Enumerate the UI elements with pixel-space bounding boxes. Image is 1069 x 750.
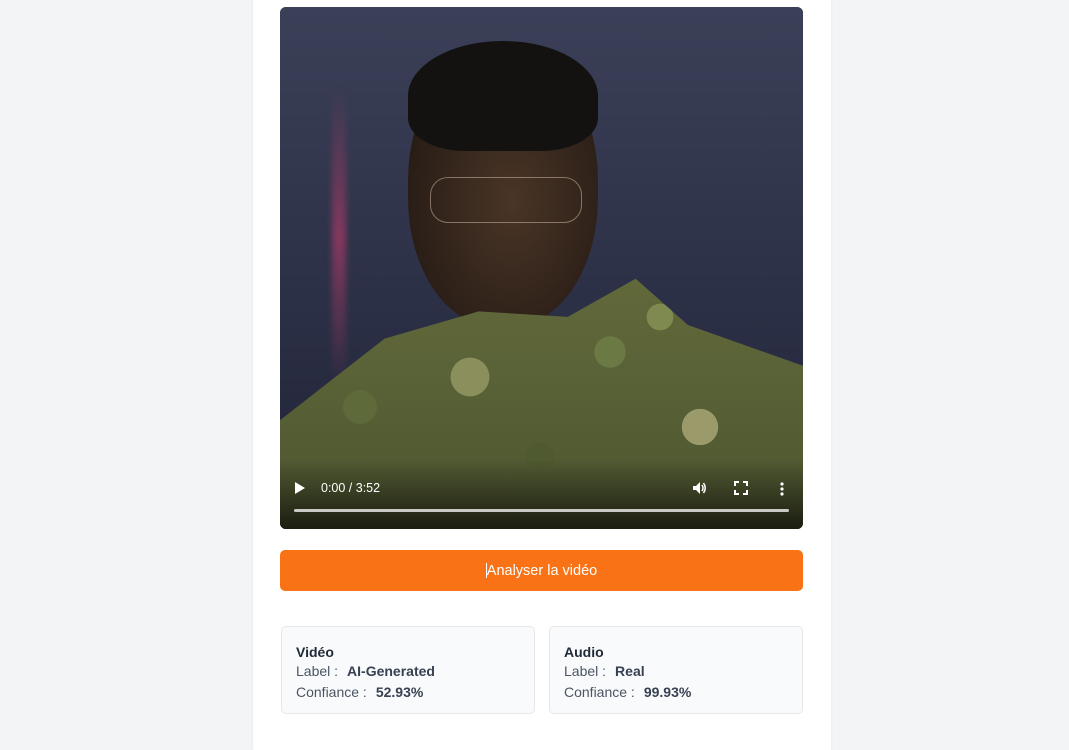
audio-result-card: Audio Label : Real Confiance : 99.93% — [549, 626, 803, 714]
more-vertical-icon[interactable] — [779, 481, 785, 497]
video-confidence-row: Confiance : 52.93% — [296, 682, 520, 703]
audio-label-value: Real — [615, 663, 645, 679]
audio-confidence-key: Confiance : — [564, 684, 635, 700]
video-result-card: Vidéo Label : AI-Generated Confiance : 52.… — [281, 626, 535, 714]
volume-icon[interactable] — [692, 480, 708, 496]
fullscreen-icon[interactable] — [734, 481, 748, 495]
time-display: 0:00 / 3:52 — [321, 481, 381, 495]
video-light-streak — [332, 87, 346, 387]
video-subject-glasses — [430, 177, 582, 223]
video-label-value: AI-Generated — [347, 663, 435, 679]
video-player[interactable]: 0:00 / 3:52 — [280, 7, 803, 529]
audio-label-row: Label : Real — [564, 661, 788, 682]
video-result-title: Vidéo — [296, 644, 334, 660]
audio-result-title: Audio — [564, 644, 604, 660]
video-subject-hair — [408, 41, 598, 151]
video-label-key: Label : — [296, 663, 339, 679]
progress-bar[interactable] — [294, 509, 789, 512]
video-confidence-key: Confiance : — [296, 684, 367, 700]
play-icon[interactable] — [294, 481, 308, 495]
video-label-row: Label : AI-Generated — [296, 661, 520, 682]
audio-confidence-value: 99.93% — [643, 684, 692, 700]
analyze-video-button[interactable]: Analyser la vidéo — [280, 550, 803, 591]
audio-confidence-row: Confiance : 99.93% — [564, 682, 788, 703]
audio-label-key: Label : — [564, 663, 607, 679]
video-confidence-value: 52.93% — [375, 684, 424, 700]
analyze-video-label: Analyser la vidéo — [486, 562, 598, 579]
